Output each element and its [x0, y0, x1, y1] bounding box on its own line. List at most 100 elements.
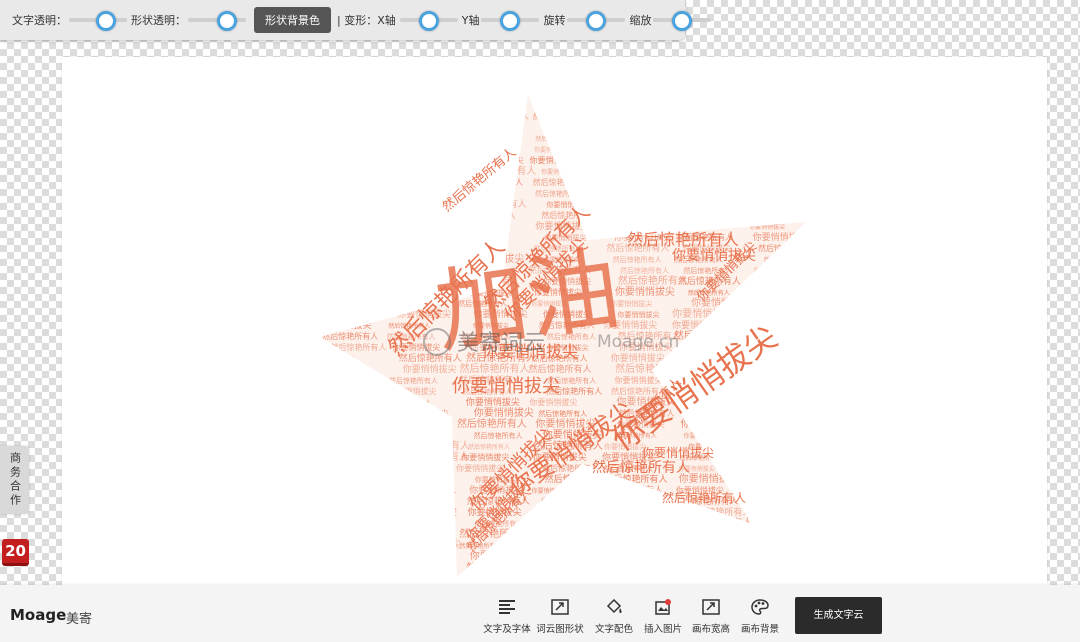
cloud-word: 你要悄悄拔尖: [312, 409, 354, 418]
slider-handle[interactable]: [500, 11, 521, 31]
cloud-word: 然后惊艳所有人: [688, 506, 751, 518]
slider-handle[interactable]: [95, 11, 116, 31]
canvas-size-button[interactable]: 画布宽高: [683, 599, 739, 635]
cloud-word: 你要悄悄拔尖: [535, 101, 577, 110]
cloud-word: 然后惊艳所有人: [603, 540, 659, 550]
cloud-word: 然后惊艳所有人: [615, 362, 685, 375]
cloud-word: 你要悄悄拔尖: [466, 396, 520, 408]
cloud-word: 你要悄悄拔尖: [748, 450, 808, 463]
cloud-word: 然后惊艳所有人: [462, 223, 504, 231]
slider-handle[interactable]: [216, 11, 237, 31]
shape-opacity-label: 形状透明：: [131, 14, 186, 27]
x-axis-slider[interactable]: [399, 11, 458, 31]
slider-handle[interactable]: [672, 11, 693, 31]
y-axis-slider[interactable]: [481, 11, 540, 31]
cloud-word: 你要悄悄拔尖: [401, 476, 437, 484]
text-opacity-label: 文字透明：: [12, 14, 67, 27]
cloud-word: 你要悄悄拔尖: [752, 519, 794, 528]
cloud-word: 你要悄悄拔尖: [323, 376, 365, 385]
cloud-word: 然后惊艳所有人: [326, 385, 389, 397]
cloud-word: 你要悄悄拔尖: [320, 364, 368, 374]
cloud-word: 你要悄悄拔尖: [616, 498, 652, 506]
text-font-button[interactable]: 文字及字体: [479, 599, 535, 635]
cloud-word: 然后惊艳所有人: [474, 431, 523, 440]
shape-opacity-slider[interactable]: [188, 11, 246, 31]
cloud-word: 你要悄悄拔尖: [324, 395, 384, 408]
cloud-word: 你要悄悄拔尖: [681, 155, 729, 165]
cloud-word: 然后惊艳所有人: [610, 212, 652, 220]
cloud-word: 然后惊艳所有人: [676, 164, 746, 177]
cloud-word: 你要悄悄拔尖: [318, 319, 372, 331]
word-cloud-canvas[interactable]: 然后惊艳所有人 你要悄悄拔尖 你要悄悄拔尖 然后惊艳所有人 然后惊艳所有人 你要悄悄拔尖然…: [62, 57, 1047, 585]
cloud-word: 你要悄悄拔尖: [317, 177, 365, 187]
cloud-word: 你要悄悄拔尖: [679, 575, 715, 583]
cloud-word: 你要悄悄拔尖: [672, 319, 726, 331]
cloud-word: 然后惊艳所有人: [404, 102, 446, 110]
text-opacity-control: 文字透明：: [12, 11, 131, 31]
cloud-word: 你要悄悄拔尖: [399, 219, 459, 232]
cloud-word: 然后惊艳所有人: [466, 211, 515, 220]
promo-badge[interactable]: 20: [2, 539, 29, 566]
cloud-word: 然后惊艳所有人: [535, 135, 577, 143]
cloud-word: 然后惊艳所有人: [401, 133, 457, 143]
cloud-word: 然后惊艳所有人: [384, 560, 454, 573]
cloud-word: 然后惊艳所有人: [393, 550, 456, 562]
slider-handle[interactable]: [418, 11, 439, 31]
paint-bucket-icon: [606, 599, 622, 614]
cloud-word: 然后惊艳所有人: [678, 177, 734, 187]
cloud-word: 你要悄悄拔尖: [392, 255, 434, 264]
cloud-word: 然后惊艳所有人: [399, 450, 469, 463]
cloud-word: 你要悄悄拔尖: [463, 100, 511, 110]
cloud-word: 你要悄悄拔尖: [397, 505, 457, 518]
cloud-word: 然后惊艳所有人: [331, 155, 387, 165]
cloud-word: 然后惊艳所有人: [532, 542, 574, 550]
slider-handle[interactable]: [586, 11, 607, 31]
cloud-word: 你要悄悄拔尖: [746, 439, 806, 452]
cloud-word-large: 然后惊艳所有人: [592, 459, 690, 476]
y-axis-label: Y轴: [461, 14, 480, 27]
cloud-word: 然后惊艳所有人: [389, 376, 438, 385]
canvas-background-button[interactable]: 画布背景: [732, 599, 788, 635]
word-cloud-svg: 然后惊艳所有人 你要悄悄拔尖 你要悄悄拔尖 然后惊艳所有人 然后惊艳所有人 你要悄悄拔尖然…: [312, 88, 826, 583]
generate-word-cloud-button[interactable]: 生成文字云: [795, 597, 882, 634]
cloud-word: 然后惊艳所有人: [532, 177, 588, 187]
cloud-word: 你要悄悄拔尖: [763, 385, 817, 397]
cloud-word: 然后惊艳所有人: [387, 234, 429, 242]
cloud-word: 然后惊艳所有人: [532, 531, 574, 539]
business-cooperation-tab[interactable]: 商务合作: [0, 446, 29, 514]
cloud-word: 你要悄悄拔尖: [754, 143, 808, 155]
cloud-word: 然后惊艳所有人: [679, 197, 749, 210]
tool-label: 文字配色: [594, 624, 633, 635]
shape-background-color-button[interactable]: 形状背景色: [254, 7, 331, 33]
cloud-word: 你要悄悄拔尖: [321, 450, 381, 463]
text-color-button[interactable]: 文字配色: [586, 599, 642, 635]
resize-icon: [702, 599, 720, 615]
cloud-word: 然后惊艳所有人: [744, 111, 800, 121]
cloud-word: 你要悄悄拔尖: [318, 551, 366, 561]
palette-icon: [751, 599, 769, 615]
cloud-word: 然后惊艳所有人: [312, 285, 382, 298]
cloud-word-large: 然后惊艳所有人: [662, 490, 746, 505]
tool-label: 词云图形状: [536, 624, 584, 635]
cloud-word: 你要悄悄拔尖: [394, 89, 442, 99]
cloud-word: 然后惊艳所有人: [682, 516, 752, 529]
cloud-word: 你要悄悄拔尖: [756, 395, 816, 408]
cloud-shape-button[interactable]: 词云图形状: [532, 599, 588, 635]
cloud-word: 然后惊艳所有人: [687, 562, 743, 572]
top-toolbar: 文字透明： 形状透明： 形状背景色 | 变形：X轴 Y轴 旋转 缩放: [0, 0, 712, 40]
cloud-word: 你要悄悄拔尖: [399, 432, 435, 440]
cloud-word: 你要悄悄拔尖: [684, 189, 726, 198]
cloud-word: 然后惊艳所有人: [756, 186, 826, 199]
watermark-domain: Moage.cn: [597, 332, 679, 352]
bottom-toolbar: Moage 美寄 文字及字体 词云图形状 文字配色 插入图片 画布宽高 画布背景…: [0, 585, 1080, 642]
cloud-word: 你要悄悄拔尖: [680, 144, 728, 154]
cloud-word: 你要悄悄拔尖: [541, 168, 577, 176]
text-opacity-slider[interactable]: [69, 11, 127, 31]
cloud-word: 你要悄悄拔尖: [752, 133, 800, 143]
cloud-word: 然后惊艳所有人: [615, 179, 657, 187]
cloud-word: 然后惊艳所有人: [603, 88, 666, 100]
cloud-word: 然后惊艳所有人: [748, 102, 790, 110]
scale-slider[interactable]: [653, 11, 712, 31]
rotate-slider[interactable]: [567, 11, 626, 31]
cloud-word: 你要悄悄拔尖: [470, 549, 530, 562]
